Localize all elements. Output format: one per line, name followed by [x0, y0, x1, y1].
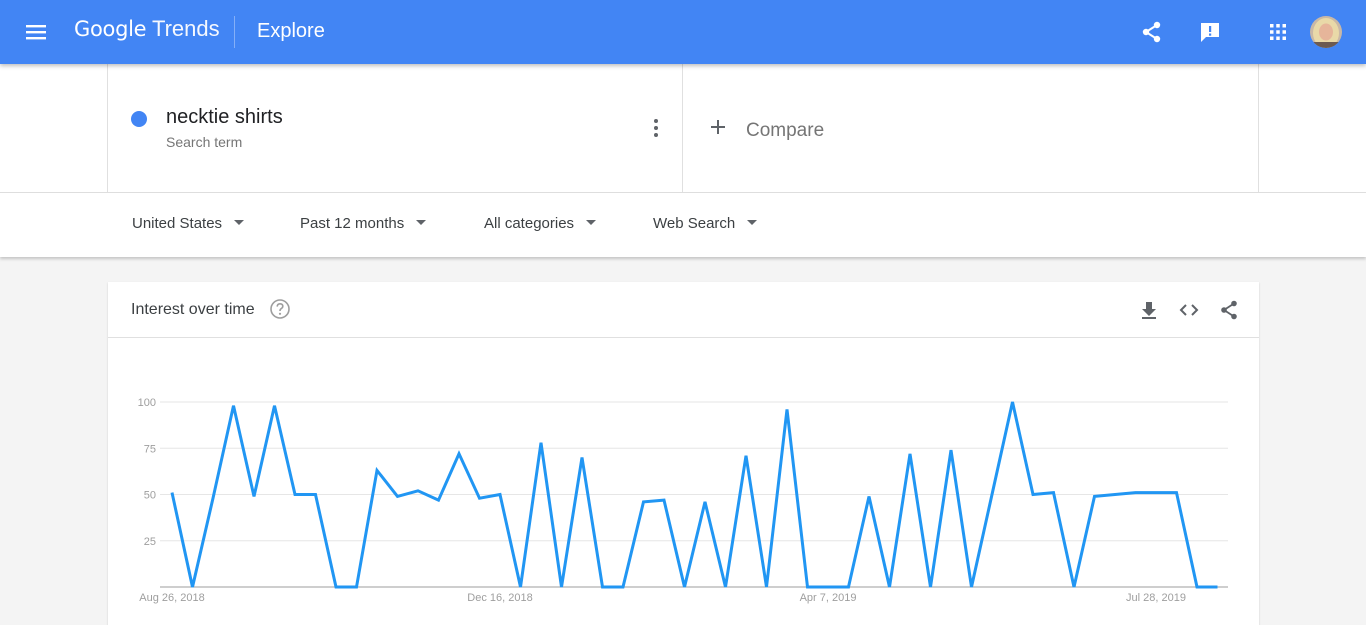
x-tick-label: Aug 26, 2018 — [139, 592, 204, 604]
search-term-name[interactable]: necktie shirts — [166, 106, 283, 129]
logo-google-text: Google — [74, 17, 147, 41]
download-icon[interactable] — [1137, 298, 1161, 322]
dropdown-arrow-icon — [416, 219, 427, 225]
share-icon[interactable] — [1217, 298, 1241, 322]
menu-icon[interactable] — [20, 18, 52, 46]
search-type-dropdown[interactable]: Web Search — [653, 215, 758, 232]
dropdown-arrow-icon — [586, 219, 597, 225]
category-dropdown-label: All categories — [484, 215, 575, 232]
card-title: Interest over time — [131, 301, 255, 318]
dropdown-arrow-icon — [234, 219, 245, 225]
google-trends-logo[interactable]: Google Trends — [74, 16, 220, 42]
plus-icon — [709, 118, 727, 136]
search-term-type: Search term — [166, 134, 243, 150]
card-header: Interest over time — [108, 282, 1259, 338]
compare-input[interactable]: Compare — [683, 64, 1259, 193]
interest-line-chart: 25 50 75 100 Aug 26, 2018 Dec 16, 2018 Apr 7, … — [138, 397, 1228, 604]
embed-code-icon[interactable] — [1177, 298, 1201, 322]
time-range-dropdown-label: Past 12 months — [300, 215, 405, 232]
region-dropdown[interactable]: United States — [132, 215, 245, 232]
y-tick-label: 25 — [144, 536, 156, 548]
compare-label: Compare — [746, 120, 825, 141]
region-dropdown-label: United States — [132, 215, 223, 232]
time-range-dropdown[interactable]: Past 12 months — [300, 215, 427, 232]
feedback-icon[interactable] — [1196, 18, 1224, 46]
filter-bar: United States Past 12 months All categor… — [0, 193, 1366, 257]
header-divider — [234, 16, 235, 48]
user-avatar[interactable] — [1310, 16, 1342, 48]
apps-grid-icon[interactable] — [1264, 18, 1292, 46]
help-icon[interactable] — [269, 298, 291, 320]
category-dropdown[interactable]: All categories — [484, 215, 597, 232]
dropdown-arrow-icon — [747, 219, 758, 225]
x-tick-label: Apr 7, 2019 — [800, 592, 857, 604]
y-tick-label: 100 — [138, 397, 156, 409]
x-tick-label: Jul 28, 2019 — [1126, 592, 1186, 604]
search-terms-area: necktie shirts Search term Compare — [0, 64, 1366, 193]
search-term-card[interactable]: necktie shirts Search term — [107, 64, 683, 193]
share-icon[interactable] — [1138, 18, 1166, 46]
logo-trends-text: Trends — [151, 16, 220, 41]
search-type-dropdown-label: Web Search — [653, 215, 736, 232]
more-vert-icon[interactable] — [646, 116, 666, 140]
y-tick-label: 75 — [144, 443, 156, 455]
page-title: Explore — [257, 20, 325, 42]
app-header: Google Trends Explore — [0, 0, 1366, 64]
term-color-dot — [131, 111, 147, 127]
y-tick-label: 50 — [144, 490, 156, 502]
interest-over-time-card: Interest over time 25 50 75 100 Aug 26, 2018… — [108, 282, 1259, 625]
x-tick-label: Dec 16, 2018 — [467, 592, 532, 604]
